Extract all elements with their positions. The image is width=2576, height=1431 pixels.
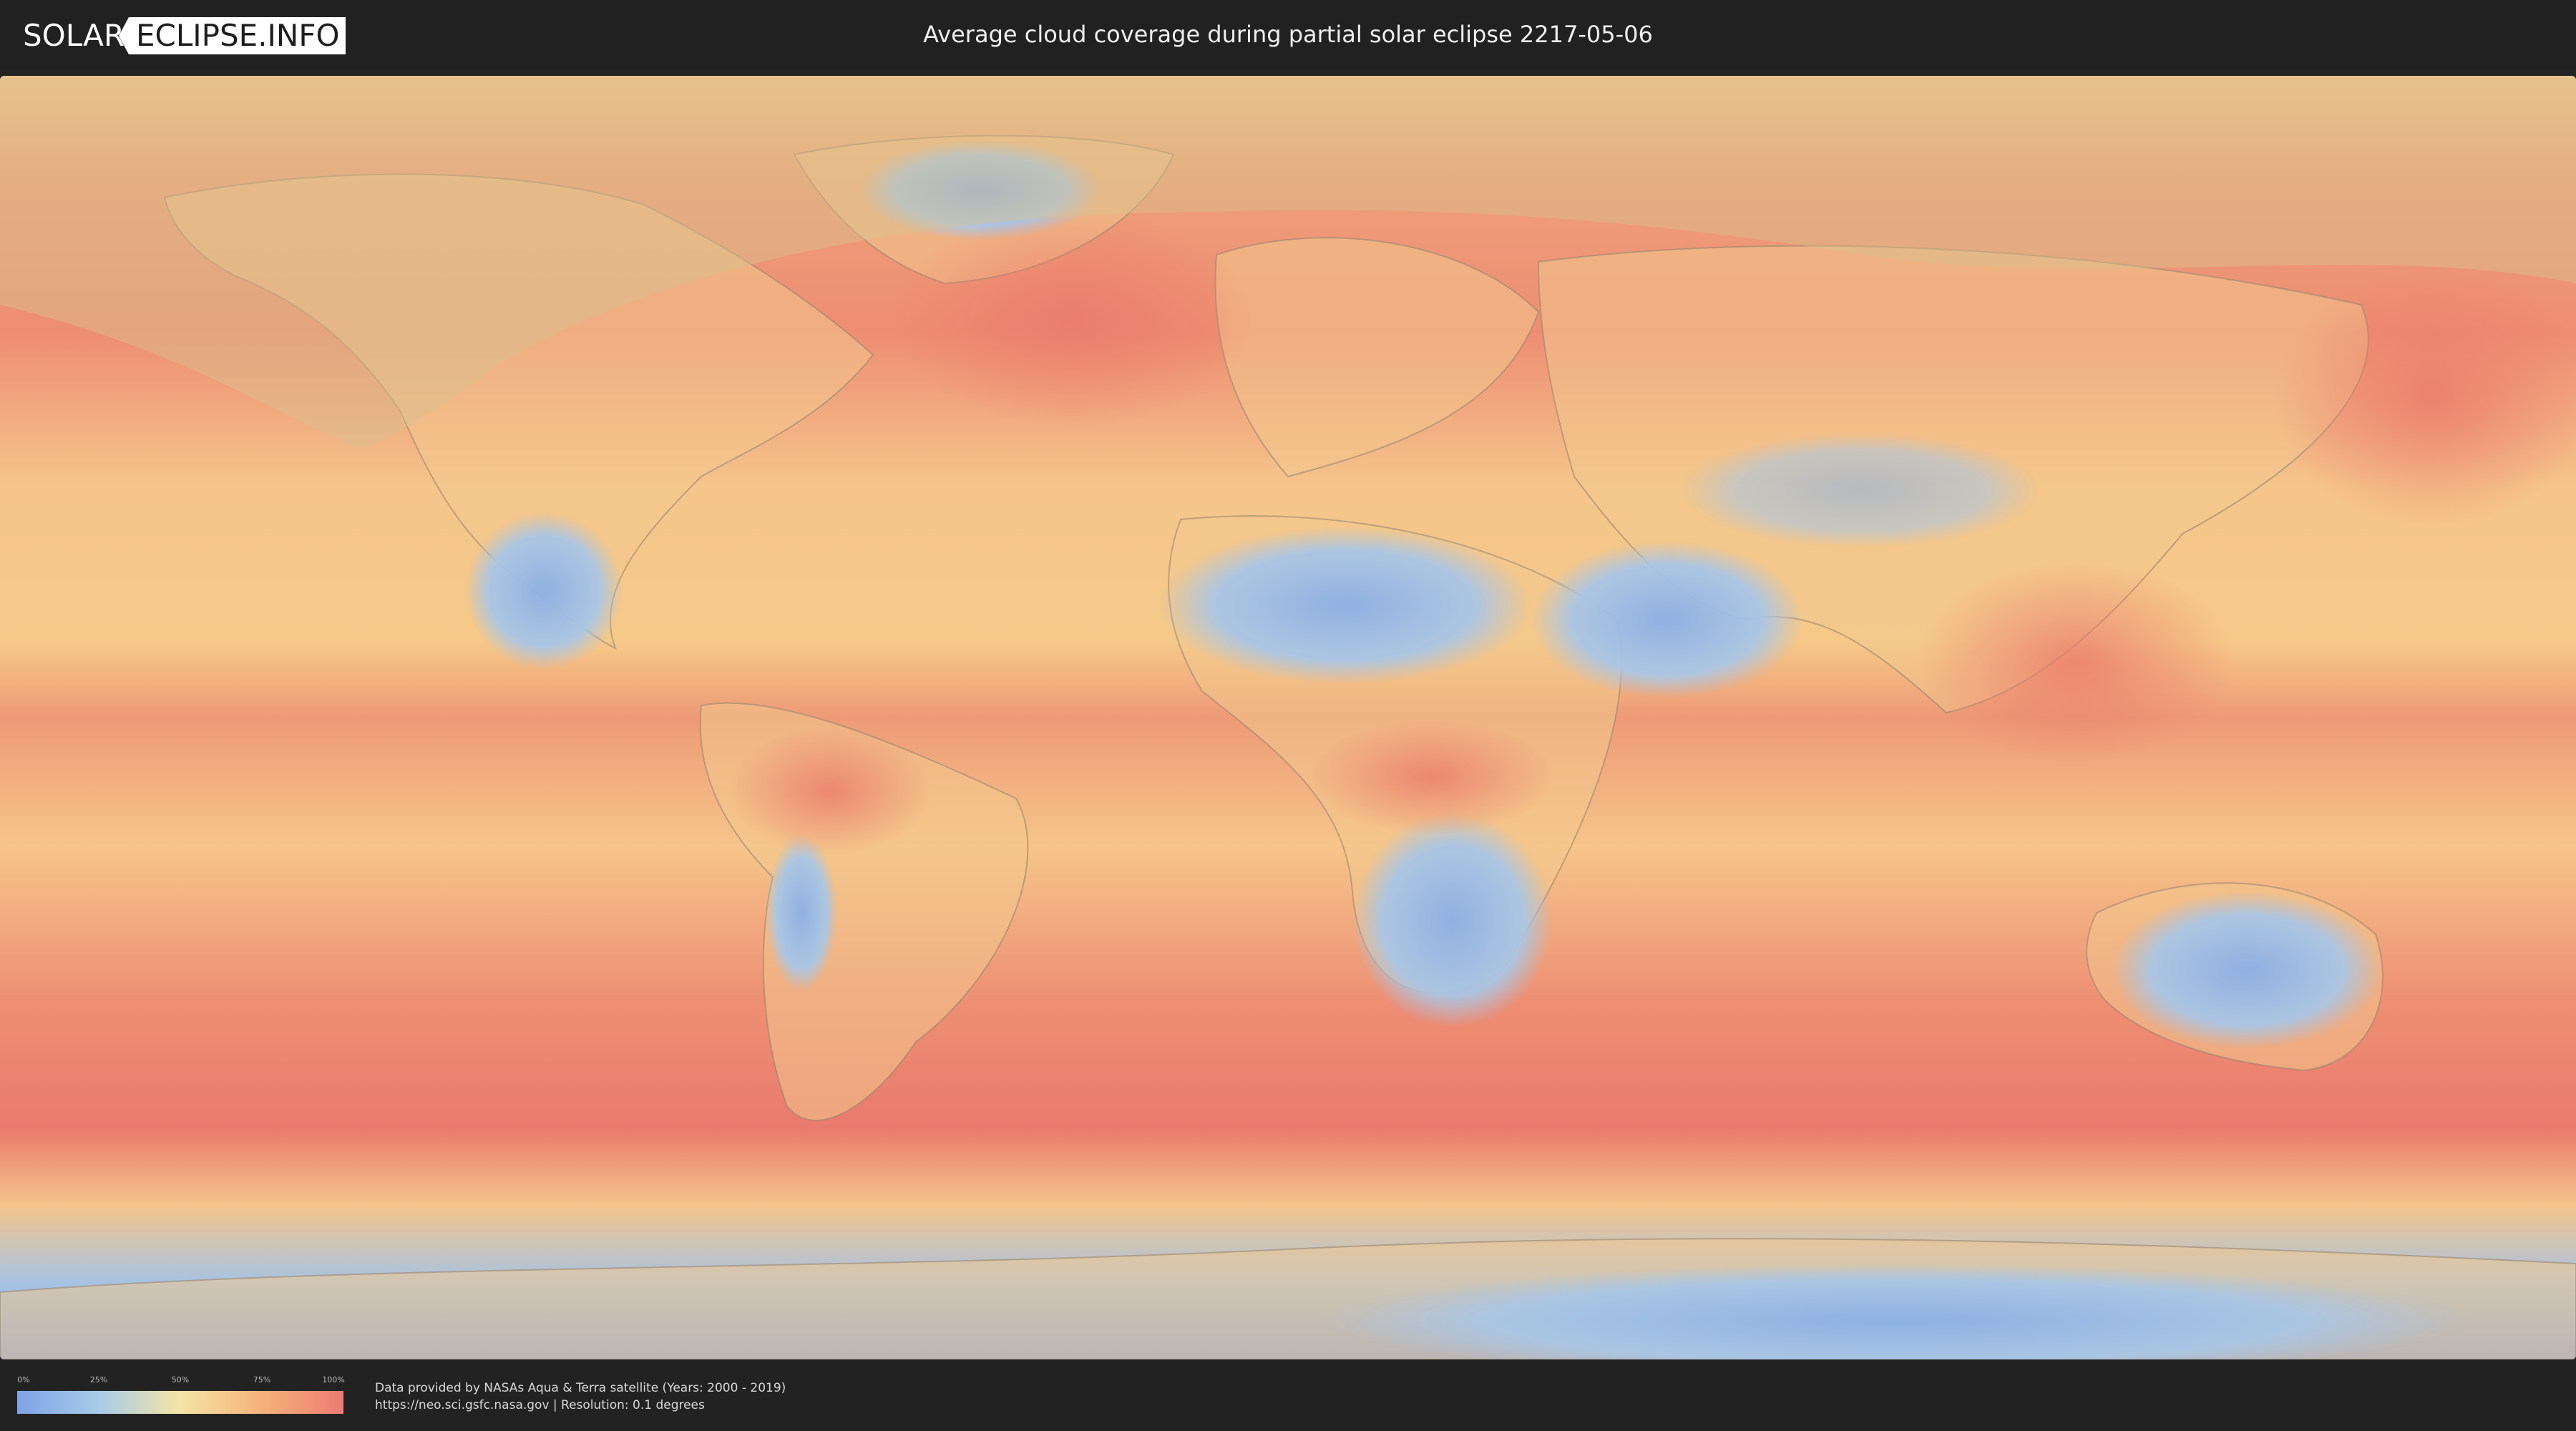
sahara-clear-area [1159,527,1531,684]
footer-bar: 0% 25% 50% 75% 100% Data provided by NAS… [0,1359,2576,1431]
amazon-cloudy-area [730,727,930,856]
southern-africa-clear-area [1352,813,1553,1027]
page-title: Average cloud coverage during partial so… [923,21,1653,48]
legend-tick-25: 25% [89,1375,108,1384]
cloud-coverage-legend: 0% 25% 50% 75% 100% [17,1375,345,1414]
legend-tick-0: 0% [17,1375,30,1384]
legend-tick-50: 50% [171,1375,190,1384]
header-bar: SOLAR ECLIPSE.INFO Average cloud coverag… [0,0,2576,70]
north-pacific-cloudy-area [2275,269,2576,527]
legend-tick-75: 75% [253,1375,271,1384]
southeast-asia-cloudy-area [1918,562,2233,763]
cloud-coverage-map[interactable] [0,76,2576,1359]
page: SOLAR ECLIPSE.INFO Average cloud coverag… [0,0,2576,1431]
credit-line-source: Data provided by NASAs Aqua & Terra sate… [375,1381,786,1395]
data-credits: Data provided by NASAs Aqua & Terra sate… [375,1379,786,1414]
mexico-clear-area [465,512,623,670]
central-asia-clear-area [1682,434,2039,548]
australia-clear-area [2111,892,2383,1049]
andes-clear-area [766,834,837,992]
central-africa-cloudy-area [1309,720,1553,834]
north-atlantic-cloudy-area [894,212,1252,426]
credit-line-url[interactable]: https://neo.sci.gsfc.nasa.gov | Resoluti… [375,1397,786,1414]
legend-tick-100: 100% [322,1375,345,1384]
arabia-clear-area [1531,541,1803,698]
legend-color-bar [17,1391,343,1414]
